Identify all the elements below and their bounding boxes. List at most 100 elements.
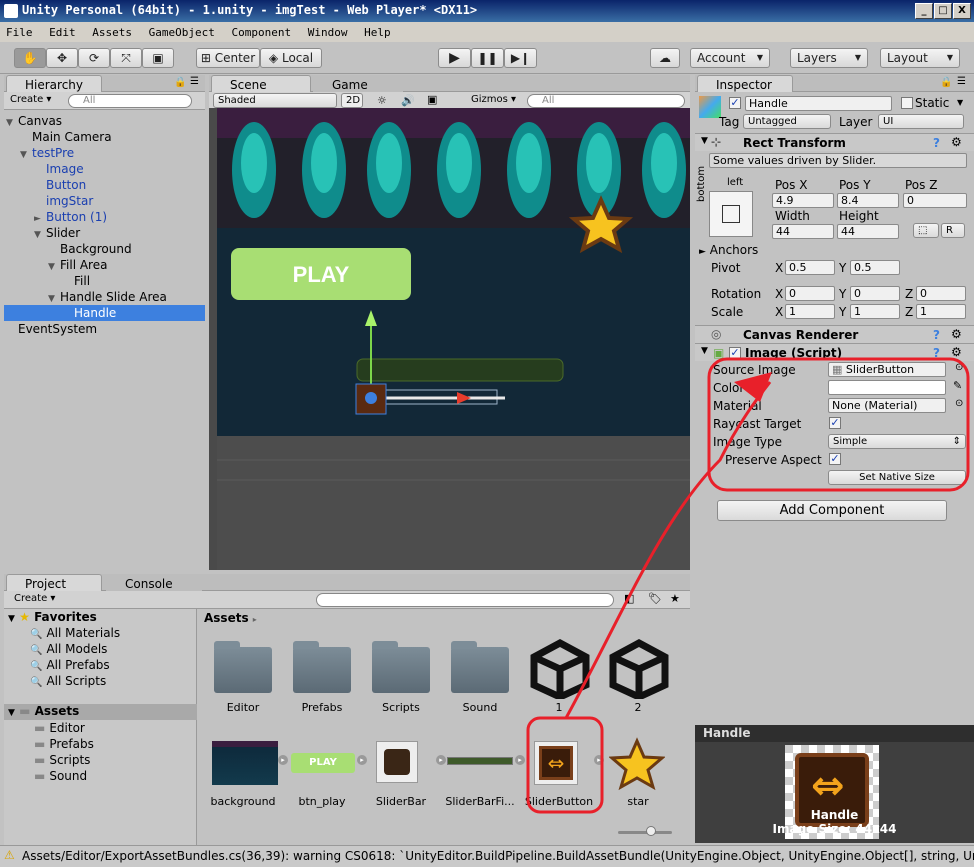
image-script-header[interactable]: ▼ ▣ ✓ Image (Script) ? ⚙ [695,343,974,361]
pause-button[interactable]: ❚❚ [471,48,504,68]
assets-folder-header[interactable]: ▼ ▬ Assets [4,704,197,720]
icon-size-slider[interactable] [618,831,672,834]
lock-icon[interactable]: 🔒 [174,77,186,88]
step-button[interactable]: ▶❙ [504,48,537,68]
menu-icon[interactable]: ☰ [957,76,966,87]
asset-item[interactable]: SliderBarFi... ▸ [443,733,525,813]
hierarchy-item[interactable]: Fill [4,273,205,289]
eyedropper-icon[interactable]: ✎ [953,379,962,392]
raw-edit-button[interactable]: R [941,223,965,238]
asset-item[interactable]: Sound [443,639,517,719]
menu-file[interactable]: File [6,26,33,39]
menu-window[interactable]: Window [308,26,348,39]
pivot-local-button[interactable]: ◈ Local [260,48,322,68]
tab-project[interactable]: Project [6,574,102,591]
hierarchy-item[interactable]: Handle [4,305,205,321]
asset-item[interactable]: Editor [206,639,280,719]
tab-console[interactable]: Console [106,574,202,591]
help-icon[interactable]: ? [933,346,940,360]
favorite-star-icon[interactable]: ★ [670,592,680,605]
rect-tool-icon[interactable]: ▣ [142,48,174,68]
raycast-checkbox[interactable]: ✓ [829,417,841,429]
mode-2d-toggle[interactable]: 2D [341,93,363,108]
anchor-presets-button[interactable] [709,191,753,237]
static-checkbox[interactable] [901,97,913,109]
anchors-row[interactable]: ► Anchors [699,243,758,257]
scene-canvas[interactable]: PLAY [209,108,690,570]
width-field[interactable]: 44 [772,224,834,239]
maximize-button[interactable]: □ [934,3,952,19]
hierarchy-item[interactable]: Button [4,177,205,193]
tag-dropdown[interactable]: Untagged [743,114,831,129]
gear-icon[interactable]: ⚙ [951,327,962,341]
effects-icon[interactable]: ▣ [427,93,437,106]
posx-field[interactable]: 4.9 [772,193,834,208]
scale-y-field[interactable]: 1 [850,304,900,319]
help-icon[interactable]: ? [933,328,940,342]
hierarchy-item[interactable]: ▼ testPre [4,145,205,161]
help-icon[interactable]: ? [933,136,940,150]
hand-tool-icon[interactable]: ✋ [14,48,46,68]
audio-icon[interactable]: 🔊 [401,94,415,107]
gear-icon[interactable]: ⚙ [951,345,962,359]
image-enabled-checkbox[interactable]: ✓ [729,347,741,359]
scale-z-field[interactable]: 1 [916,304,966,319]
pivot-y-field[interactable]: 0.5 [850,260,900,275]
favorite-item[interactable]: 🔍 All Materials [30,626,120,640]
layout-dropdown[interactable]: Layout ▼ [880,48,960,68]
scene-search-input[interactable]: All [527,94,685,108]
asset-folder-item[interactable]: ▬ Sound [34,769,87,783]
chevron-down-icon[interactable]: ▼ [957,98,963,107]
favorite-item[interactable]: 🔍 All Prefabs [30,658,110,672]
height-field[interactable]: 44 [837,224,899,239]
lock-icon[interactable]: 🔒 [940,77,952,88]
gear-icon[interactable]: ⚙ [951,135,962,149]
menu-help[interactable]: Help [364,26,391,39]
tab-scene[interactable]: Scene [211,75,311,92]
add-component-button[interactable]: Add Component [717,500,947,521]
object-picker-icon[interactable]: ⊙ [955,362,963,373]
hierarchy-item[interactable]: ▼ Handle Slide Area [4,289,205,305]
preserve-aspect-checkbox[interactable]: ✓ [829,453,841,465]
scale-tool-icon[interactable]: ⤧ [110,48,142,68]
minimize-button[interactable]: _ [915,3,933,19]
menu-gameobject[interactable]: GameObject [149,26,215,39]
light-icon[interactable]: ☼ [377,94,387,107]
layers-dropdown[interactable]: Layers ▼ [790,48,868,68]
hierarchy-create-button[interactable]: Create ▾ [10,94,51,105]
asset-item[interactable]: PLAY btn_play ▸ [285,733,367,813]
source-image-field[interactable]: ▦ SliderButton [828,362,946,377]
posz-field[interactable]: 0 [903,193,967,208]
rect-transform-header[interactable]: ▼ ⊹ Rect Transform ? ⚙ [695,133,974,151]
asset-item[interactable]: ⇔ SliderButton ▸ [522,733,604,813]
asset-item[interactable]: star [601,733,675,813]
object-name-field[interactable]: Handle [745,96,892,111]
asset-folder-item[interactable]: ▬ Editor [34,721,85,735]
tab-hierarchy[interactable]: Hierarchy [6,75,102,92]
hierarchy-item[interactable]: Main Camera [4,129,205,145]
favorite-item[interactable]: 🔍 All Models [30,642,107,656]
blueprint-mode-button[interactable]: ⬚ [913,223,939,238]
canvas-renderer-header[interactable]: ◎ Canvas Renderer ? ⚙ [695,325,974,343]
play-button[interactable]: ▶ [438,48,471,68]
filter-label-icon[interactable]: 🏷 [648,592,662,605]
hierarchy-item[interactable]: Image [4,161,205,177]
hierarchy-item[interactable]: ► Button (1) [4,209,205,225]
layer-dropdown[interactable]: UI [878,114,964,129]
scale-x-field[interactable]: 1 [785,304,835,319]
close-button[interactable]: X [953,3,971,19]
menu-edit[interactable]: Edit [49,26,76,39]
menu-component[interactable]: Component [231,26,291,39]
hierarchy-search-input[interactable]: All [68,94,192,108]
tab-inspector[interactable]: Inspector [697,75,793,92]
breadcrumb[interactable]: Assets ▸ [204,611,257,625]
pivot-x-field[interactable]: 0.5 [785,260,835,275]
hierarchy-item[interactable]: ▼ Fill Area [4,257,205,273]
hierarchy-item[interactable]: ▼ Slider [4,225,205,241]
cloud-icon[interactable]: ☁ [650,48,680,68]
project-search-input[interactable] [316,593,614,607]
hierarchy-item[interactable]: Background [4,241,205,257]
favorite-item[interactable]: 🔍 All Scripts [30,674,106,688]
object-picker-icon[interactable]: ⊙ [955,398,963,409]
posy-field[interactable]: 8.4 [837,193,899,208]
